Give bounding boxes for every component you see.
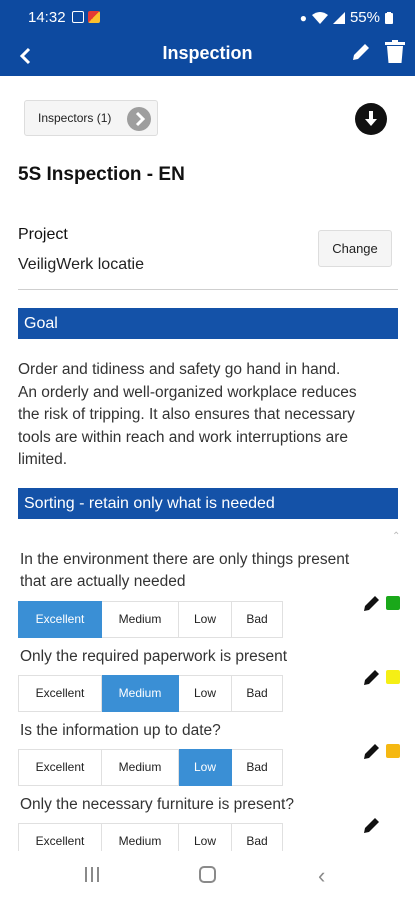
recents-icon[interactable] xyxy=(84,866,100,883)
pencil-icon xyxy=(353,44,369,60)
system-nav-bar: ‹ xyxy=(0,851,415,900)
status-indicator xyxy=(386,744,400,758)
goal-line: An orderly and well-organized workplace … xyxy=(18,383,357,401)
question-text: Only the required paperwork is present xyxy=(20,646,370,668)
gallery-icon xyxy=(72,11,84,23)
option-excellent[interactable]: Excellent xyxy=(18,823,102,851)
rating-selector[interactable]: Excellent Medium Low Bad xyxy=(18,601,283,638)
rating-selector[interactable]: Excellent Medium Low Bad xyxy=(18,823,283,851)
home-icon[interactable] xyxy=(199,866,216,883)
option-bad[interactable]: Bad xyxy=(232,749,283,786)
status-time: 14:32 xyxy=(28,9,66,26)
rating-selector[interactable]: Excellent Medium Low Bad xyxy=(18,749,283,786)
question-line: In the environment there are only things… xyxy=(20,551,350,568)
signal-icon xyxy=(332,11,345,24)
rating-selector[interactable]: Excellent Medium Low Bad xyxy=(18,675,283,712)
app-bar: Inspection xyxy=(0,36,415,76)
sorting-section-header: Sorting - retain only what is needed xyxy=(18,488,398,519)
location-icon: ● xyxy=(299,10,307,25)
option-bad[interactable]: Bad xyxy=(232,675,283,712)
option-bad[interactable]: Bad xyxy=(232,823,283,851)
option-excellent[interactable]: Excellent xyxy=(18,675,102,712)
goal-line: Order and tidiness and safety go hand in… xyxy=(18,361,341,378)
notification-icons xyxy=(72,11,100,23)
download-button[interactable] xyxy=(355,103,387,135)
option-excellent[interactable]: Excellent xyxy=(18,601,102,638)
edit-button[interactable] xyxy=(351,42,371,67)
pencil-icon[interactable] xyxy=(363,742,381,760)
download-icon xyxy=(365,111,377,126)
delete-button[interactable] xyxy=(385,40,405,69)
status-indicator xyxy=(386,670,400,684)
question-line: that are actually needed xyxy=(20,573,186,590)
question-text: In the environment there are only things… xyxy=(20,549,370,593)
option-low[interactable]: Low xyxy=(179,749,232,786)
inspection-content[interactable]: Inspectors (1) 5S Inspection - EN Projec… xyxy=(0,76,415,851)
inspectors-button[interactable]: Inspectors (1) xyxy=(24,100,158,136)
change-project-button[interactable]: Change xyxy=(318,230,392,267)
pencil-icon[interactable] xyxy=(363,816,381,834)
goal-description: Order and tidiness and safety go hand in… xyxy=(18,359,400,472)
option-low[interactable]: Low xyxy=(179,601,232,638)
pencil-icon[interactable] xyxy=(363,594,381,612)
question-line: Only the required paperwork is present xyxy=(20,648,288,665)
question-text: Only the necessary furniture is present? xyxy=(20,794,370,816)
scroll-indicator: ⌃ xyxy=(392,531,401,542)
battery-icon xyxy=(385,11,393,24)
app-notification-icon xyxy=(88,11,100,23)
status-indicator xyxy=(386,596,400,610)
question-line: Is the information up to date? xyxy=(20,722,221,739)
back-nav-icon[interactable]: ‹ xyxy=(318,863,325,889)
goal-line: tools are within reach and work interrup… xyxy=(18,428,348,446)
pencil-icon[interactable] xyxy=(363,668,381,686)
goal-line: limited. xyxy=(18,451,68,468)
divider xyxy=(18,289,398,290)
status-right: ● 55% xyxy=(300,9,393,26)
option-low[interactable]: Low xyxy=(179,675,232,712)
project-value: VeiligWerk locatie xyxy=(18,256,144,273)
option-medium[interactable]: Medium xyxy=(102,823,179,851)
goal-section-header: Goal xyxy=(18,308,398,339)
option-bad[interactable]: Bad xyxy=(232,601,283,638)
option-excellent[interactable]: Excellent xyxy=(18,749,102,786)
option-medium[interactable]: Medium xyxy=(102,601,179,638)
status-bar: 14:32 ● 55% xyxy=(0,0,415,36)
project-label: Project xyxy=(18,226,68,243)
battery-percentage: 55% xyxy=(349,9,380,26)
chevron-right-icon xyxy=(127,107,151,131)
option-medium[interactable]: Medium xyxy=(102,749,179,786)
option-low[interactable]: Low xyxy=(179,823,232,851)
question-text: Is the information up to date? xyxy=(20,720,370,742)
inspectors-label: Inspectors (1) xyxy=(38,111,112,125)
option-medium[interactable]: Medium xyxy=(102,675,179,712)
question-line: Only the necessary furniture is present? xyxy=(20,796,294,813)
wifi-icon xyxy=(311,11,328,24)
inspection-title: 5S Inspection - EN xyxy=(18,164,185,185)
trash-icon xyxy=(385,40,405,63)
goal-line: the risk of tripping. It also ensures th… xyxy=(18,406,355,423)
